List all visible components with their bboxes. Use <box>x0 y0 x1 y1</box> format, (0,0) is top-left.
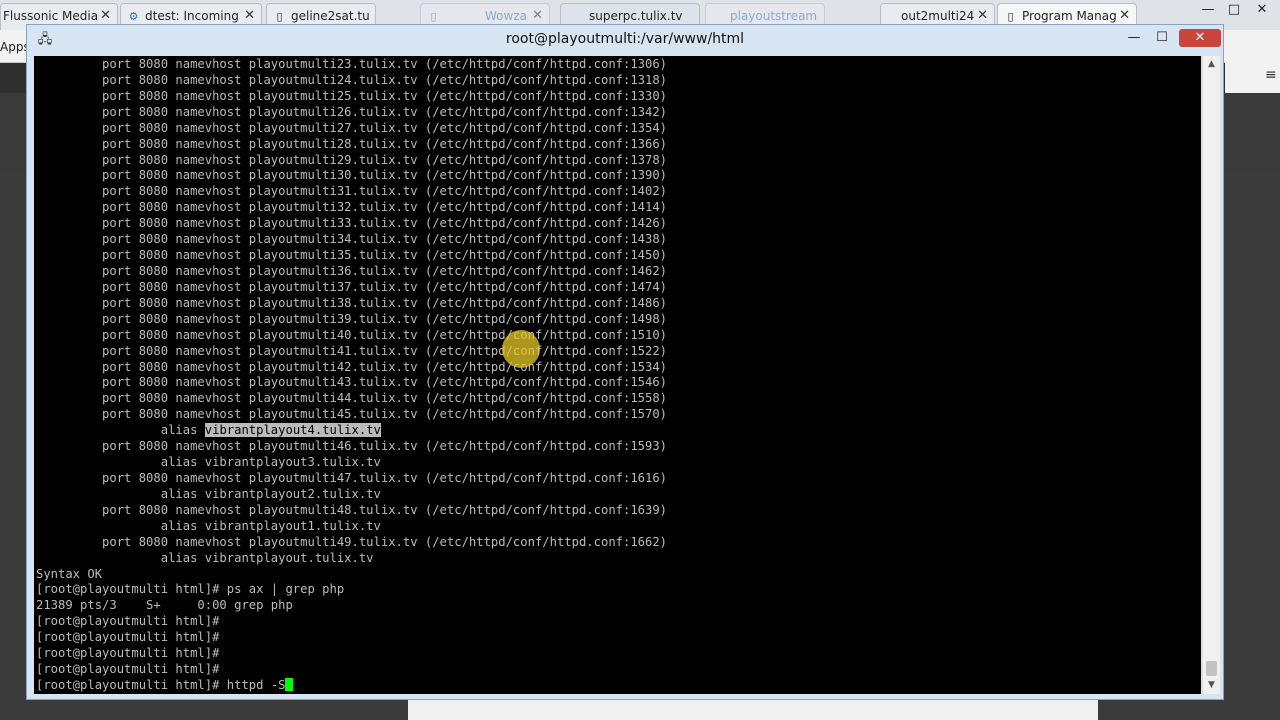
tab-label: geline2sat.tu <box>291 9 370 23</box>
tab-label: out2multi24 <box>901 9 975 23</box>
terminal-line: alias vibrantplayout2.tulix.tv <box>36 486 381 501</box>
terminal-line: port 8080 namevhost playoutmulti44.tulix… <box>36 391 668 406</box>
menu-icon[interactable]: ≡ <box>1265 67 1277 83</box>
text-cursor <box>285 677 294 691</box>
page-icon: ▯ <box>1007 10 1014 23</box>
terminal-line: port 8080 namevhost playoutmulti45.tulix… <box>36 407 668 422</box>
window-title: root@playoutmulti:/var/www/html <box>505 31 745 47</box>
selected-text[interactable]: vibrantplayout4.tulix.tv <box>204 423 381 438</box>
terminal-line: alias vibrantplayout1.tulix.tv <box>36 518 381 533</box>
page-icon: ▯ <box>276 10 283 23</box>
terminal-line: port 8080 namevhost playoutmulti41.tulix… <box>36 343 668 358</box>
terminal-line: port 8080 namevhost playoutmulti27.tulix… <box>36 120 668 135</box>
browser-maximize-icon[interactable]: □ <box>1222 2 1246 17</box>
terminal-output: port 8080 namevhost playoutmulti23.tulix… <box>36 57 667 694</box>
terminal-line: port 8080 namevhost playoutmulti49.tulix… <box>36 534 668 549</box>
alias-prefix: alias <box>36 423 205 438</box>
terminal-line: [root@playoutmulti html]# ps ax | grep p… <box>36 582 345 597</box>
flussonic-icon <box>7 10 20 23</box>
terminal-line: port 8080 namevhost playoutmulti39.tulix… <box>36 311 668 326</box>
terminal-line: port 8080 namevhost playoutmulti42.tulix… <box>36 359 668 374</box>
tab-label: Program Manag <box>1022 9 1117 23</box>
putty-titlebar[interactable]: 🖧 root@playoutmulti:/var/www/html — ☐ ✕ <box>27 25 1223 55</box>
tab-label: superpc.tulix.tv <box>589 9 683 23</box>
terminal-line: port 8080 namevhost playoutmulti43.tulix… <box>36 375 668 390</box>
current-command: [root@playoutmulti html]# httpd -S <box>36 677 286 692</box>
wowza-icon: ▯ <box>430 10 437 23</box>
terminal-line: [root@playoutmulti html]# <box>36 630 220 645</box>
mouse-pointer-highlight <box>502 330 540 368</box>
terminal-line: port 8080 namevhost playoutmulti32.tulix… <box>36 200 668 215</box>
terminal-line: Syntax OK <box>36 566 103 581</box>
dtest-icon: ⚙ <box>128 10 139 23</box>
terminal-line: [root@playoutmulti html]# <box>36 614 220 629</box>
terminal-line: port 8080 namevhost playoutmulti28.tulix… <box>36 136 668 151</box>
terminal-prompt-line[interactable]: [root@playoutmulti html]# httpd -S <box>36 677 667 694</box>
scrollbar-thumb[interactable] <box>1206 661 1217 676</box>
terminal-line: port 8080 namevhost playoutmulti46.tulix… <box>36 439 668 454</box>
terminal-line: port 8080 namevhost playoutmulti37.tulix… <box>36 279 668 294</box>
terminal-line: port 8080 namevhost playoutmulti23.tulix… <box>36 57 668 71</box>
terminal-line: [root@playoutmulti html]# <box>36 662 220 677</box>
terminal-line: port 8080 namevhost playoutmulti40.tulix… <box>36 327 668 342</box>
terminal-line: port 8080 namevhost playoutmulti34.tulix… <box>36 232 668 247</box>
terminal-line: alias vibrantplayout.tulix.tv <box>36 550 374 565</box>
terminal-line: 21389 pts/3 S+ 0:00 grep php <box>36 598 293 613</box>
terminal-line: port 8080 namevhost playoutmulti48.tulix… <box>36 502 668 517</box>
terminal-line: port 8080 namevhost playoutmulti35.tulix… <box>36 248 668 263</box>
terminal-scrollbar[interactable]: ▲ ▼ <box>1202 56 1220 694</box>
terminal-line: alias vibrantplayout3.tulix.tv <box>36 455 381 470</box>
terminal-line: [root@playoutmulti html]# <box>36 646 220 661</box>
tab-label: Wowza <box>485 9 527 23</box>
terminal-line-selected: alias vibrantplayout4.tulix.tv <box>36 423 667 439</box>
scroll-down-icon[interactable]: ▼ <box>1203 677 1220 694</box>
terminal-line: port 8080 namevhost playoutmulti25.tulix… <box>36 88 668 103</box>
browser-right-panel: ≡ <box>1225 62 1280 93</box>
terminal-line: port 8080 namevhost playoutmulti47.tulix… <box>36 470 668 485</box>
browser-close-icon[interactable]: ✕ <box>1250 2 1274 17</box>
terminal-line: port 8080 namevhost playoutmulti31.tulix… <box>36 184 668 199</box>
page-content-strip <box>408 700 1098 720</box>
maximize-button[interactable]: ☐ <box>1151 29 1173 47</box>
terminal-line: port 8080 namevhost playoutmulti30.tulix… <box>36 168 668 183</box>
terminal-line: port 8080 namevhost playoutmulti29.tulix… <box>36 152 668 167</box>
browser-minimize-icon[interactable]: — <box>1196 2 1220 17</box>
tab-label: dtest: Incoming <box>145 9 239 23</box>
tab-label: playoutstream <box>730 9 818 23</box>
terminal-line: port 8080 namevhost playoutmulti24.tulix… <box>36 72 668 87</box>
minimize-button[interactable]: — <box>1123 29 1145 47</box>
terminal-line: port 8080 namevhost playoutmulti26.tulix… <box>36 104 668 119</box>
terminal-line: port 8080 namevhost playoutmulti33.tulix… <box>36 216 668 231</box>
putty-window: 🖧 root@playoutmulti:/var/www/html — ☐ ✕ … <box>26 24 1224 700</box>
terminal-screen[interactable]: port 8080 namevhost playoutmulti23.tulix… <box>34 56 1201 694</box>
scroll-up-icon[interactable]: ▲ <box>1203 56 1220 73</box>
close-button[interactable]: ✕ <box>1179 29 1221 47</box>
terminal-line: port 8080 namevhost playoutmulti36.tulix… <box>36 263 668 278</box>
terminal-line: port 8080 namevhost playoutmulti38.tulix… <box>36 295 668 310</box>
